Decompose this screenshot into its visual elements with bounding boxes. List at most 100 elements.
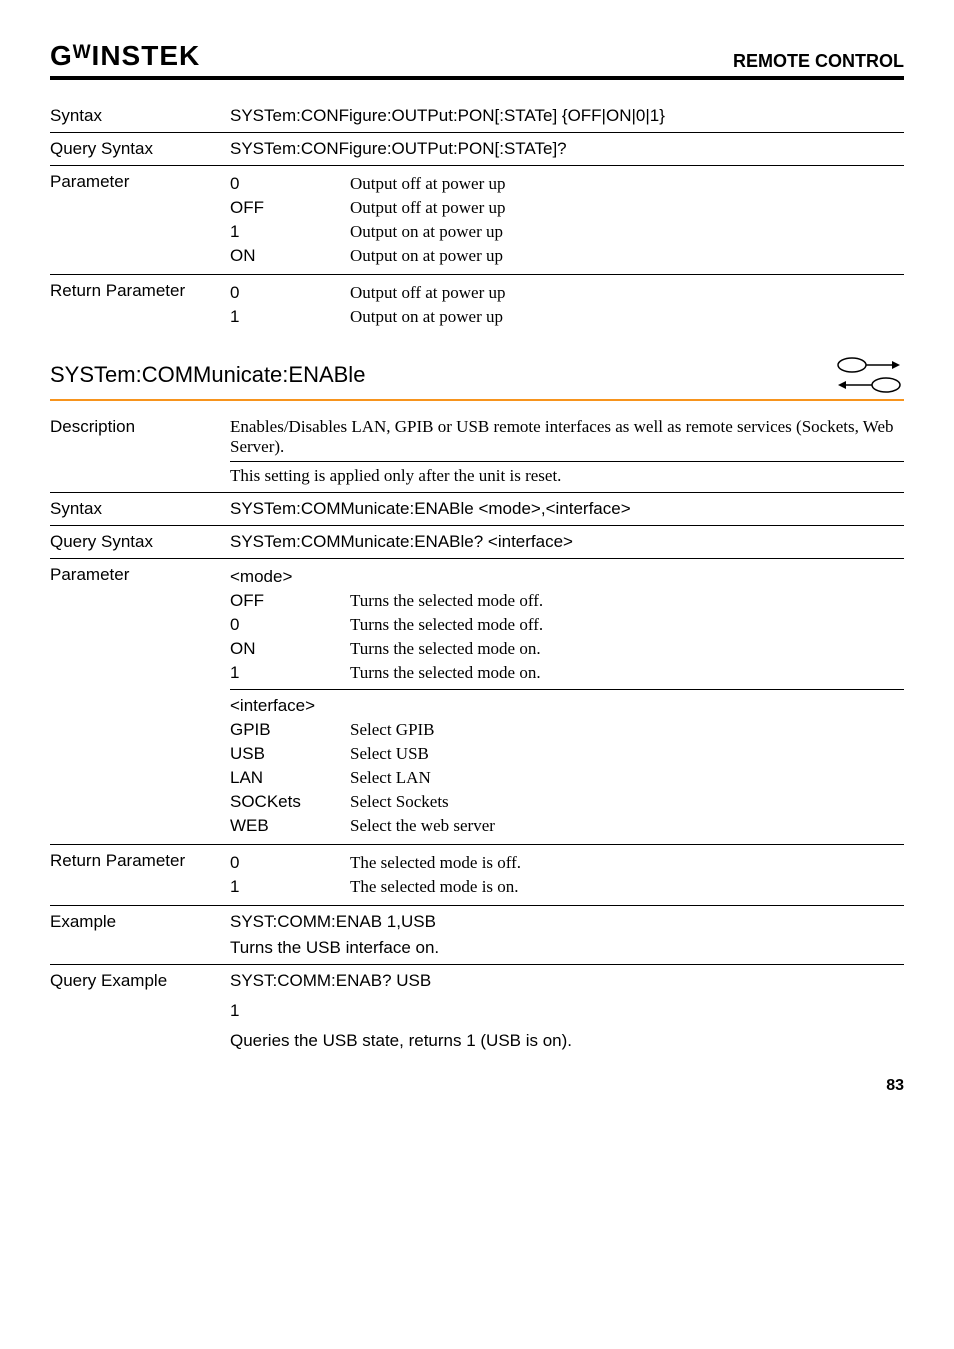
param-val: Output off at power up (350, 174, 904, 194)
param-key: ON (230, 639, 350, 659)
param-val: Turns the selected mode off. (350, 591, 904, 611)
param-row: 1Turns the selected mode on. (230, 661, 904, 685)
description-label: Description (50, 417, 230, 486)
param-row: WEBSelect the web server (230, 814, 904, 838)
param-key: 0 (230, 615, 350, 635)
syntax-value: SYSTem:COMMunicate:ENABle <mode>,<interf… (230, 499, 904, 519)
parameter-row: Parameter <mode> OFFTurns the selected m… (50, 559, 904, 844)
param-key: OFF (230, 591, 350, 611)
example-value: SYST:COMM:ENAB 1,USB (230, 912, 904, 932)
param-val: Turns the selected mode on. (350, 663, 904, 683)
param-row: SOCKetsSelect Sockets (230, 790, 904, 814)
section-title: SYSTem:COMMunicate:ENABle (50, 362, 365, 388)
description-text: Enables/Disables LAN, GPIB or USB remote… (230, 417, 904, 457)
param-key: 1 (230, 222, 350, 242)
param-val: Output off at power up (350, 198, 904, 218)
param-key: LAN (230, 768, 350, 788)
param-key: 0 (230, 174, 350, 194)
page-number: 83 (50, 1077, 904, 1095)
param-key: 0 (230, 853, 350, 873)
param-row: 0Turns the selected mode off. (230, 613, 904, 637)
example-desc: Turns the USB interface on. (230, 938, 904, 958)
param-val: Turns the selected mode off. (350, 615, 904, 635)
param-row: ONOutput on at power up (230, 244, 904, 268)
param-row: 1Output on at power up (230, 220, 904, 244)
param-key: 1 (230, 663, 350, 683)
query-syntax-value: SYSTem:CONFigure:OUTPut:PON[:STATe]? (230, 139, 904, 159)
query-example-desc: Queries the USB state, returns 1 (USB is… (230, 1031, 904, 1051)
param-row: USBSelect USB (230, 742, 904, 766)
param-row: 1The selected mode is on. (230, 875, 904, 899)
param-key: SOCKets (230, 792, 350, 812)
return-parameter-label: Return Parameter (50, 851, 230, 899)
set-query-icon (834, 355, 904, 395)
syntax-label: Syntax (50, 106, 230, 126)
syntax-value: SYSTem:CONFigure:OUTPut:PON[:STATe] {OFF… (230, 106, 904, 126)
query-syntax-label: Query Syntax (50, 139, 230, 159)
parameter-label: Parameter (50, 172, 230, 268)
query-example-value: SYST:COMM:ENAB? USB (230, 971, 904, 991)
iface-head: <interface> (230, 694, 904, 718)
description-text-2: This setting is applied only after the u… (230, 461, 904, 486)
param-val: Select GPIB (350, 720, 904, 740)
parameter-table: <mode> OFFTurns the selected mode off. 0… (230, 565, 904, 838)
param-key: 1 (230, 307, 350, 327)
param-val (350, 696, 904, 716)
param-row: OFFOutput off at power up (230, 196, 904, 220)
param-key: 1 (230, 877, 350, 897)
parameter-row: Parameter 0Output off at power up OFFOut… (50, 166, 904, 275)
brand-logo: GᵂINSTEK (50, 40, 200, 72)
param-key: WEB (230, 816, 350, 836)
param-key: OFF (230, 198, 350, 218)
mode-head: <mode> (230, 565, 904, 589)
query-example-label: Query Example (50, 971, 230, 1051)
param-key: <interface> (230, 696, 350, 716)
parameter-label: Parameter (50, 565, 230, 838)
param-val: Select the web server (350, 816, 904, 836)
return-parameter-table: 0The selected mode is off. 1The selected… (230, 851, 904, 899)
param-val: Output on at power up (350, 307, 904, 327)
param-row: OFFTurns the selected mode off. (230, 589, 904, 613)
return-parameter-row: Return Parameter 0The selected mode is o… (50, 844, 904, 906)
query-syntax-label: Query Syntax (50, 532, 230, 552)
parameter-table: 0Output off at power up OFFOutput off at… (230, 172, 904, 268)
syntax-label: Syntax (50, 499, 230, 519)
param-key: GPIB (230, 720, 350, 740)
query-example-content: SYST:COMM:ENAB? USB 1 Queries the USB st… (230, 971, 904, 1051)
syntax-row: Syntax SYSTem:COMMunicate:ENABle <mode>,… (50, 492, 904, 526)
example-label: Example (50, 912, 230, 958)
param-val: The selected mode is on. (350, 877, 904, 897)
description-value: Enables/Disables LAN, GPIB or USB remote… (230, 417, 904, 486)
param-val (350, 567, 904, 587)
param-row: 0Output off at power up (230, 281, 904, 305)
param-key: USB (230, 744, 350, 764)
section-heading: SYSTem:COMMunicate:ENABle (50, 335, 904, 401)
query-example-row: Query Example SYST:COMM:ENAB? USB 1 Quer… (50, 965, 904, 1057)
param-val: Select LAN (350, 768, 904, 788)
param-row: GPIBSelect GPIB (230, 718, 904, 742)
interface-block: <interface> GPIBSelect GPIB USBSelect US… (230, 689, 904, 838)
query-syntax-row: Query Syntax SYSTem:CONFigure:OUTPut:PON… (50, 132, 904, 166)
param-val: Select Sockets (350, 792, 904, 812)
syntax-row: Syntax SYSTem:CONFigure:OUTPut:PON[:STAT… (50, 100, 904, 132)
param-row: ONTurns the selected mode on. (230, 637, 904, 661)
example-content: SYST:COMM:ENAB 1,USB Turns the USB inter… (230, 912, 904, 958)
param-val: Turns the selected mode on. (350, 639, 904, 659)
query-example-return: 1 (230, 1001, 904, 1021)
example-row: Example SYST:COMM:ENAB 1,USB Turns the U… (50, 906, 904, 965)
description-row: Description Enables/Disables LAN, GPIB o… (50, 411, 904, 492)
page-header: GᵂINSTEK REMOTE CONTROL (50, 40, 904, 80)
param-key: <mode> (230, 567, 350, 587)
param-row: 0The selected mode is off. (230, 851, 904, 875)
return-parameter-label: Return Parameter (50, 281, 230, 329)
param-key: 0 (230, 283, 350, 303)
param-row: 0Output off at power up (230, 172, 904, 196)
query-syntax-row: Query Syntax SYSTem:COMMunicate:ENABle? … (50, 526, 904, 559)
param-row: 1Output on at power up (230, 305, 904, 329)
header-title: REMOTE CONTROL (733, 51, 904, 72)
param-row: LANSelect LAN (230, 766, 904, 790)
param-val: Select USB (350, 744, 904, 764)
param-val: Output on at power up (350, 222, 904, 242)
param-val: Output on at power up (350, 246, 904, 266)
return-parameter-table: 0Output off at power up 1Output on at po… (230, 281, 904, 329)
